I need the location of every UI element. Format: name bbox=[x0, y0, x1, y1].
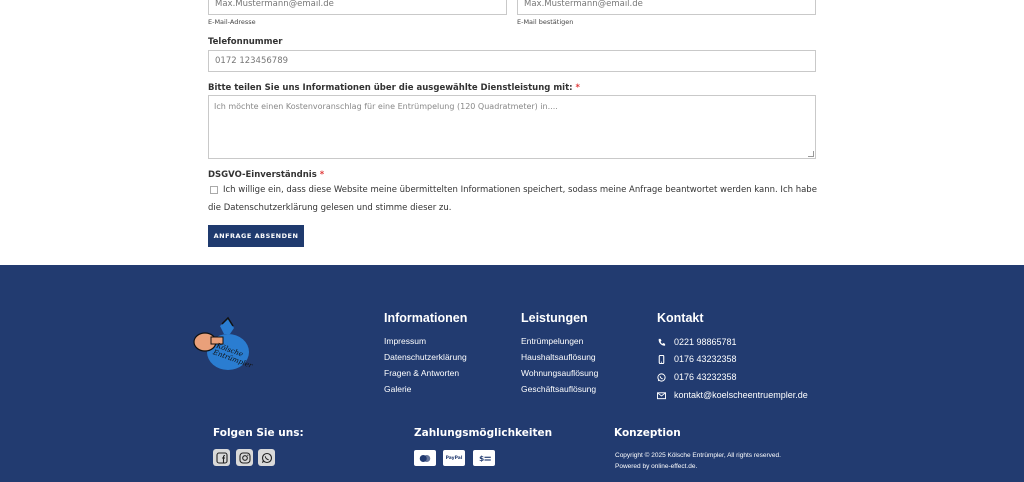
svg-text:$: $ bbox=[479, 454, 484, 463]
required-mark: * bbox=[319, 170, 325, 180]
facebook-icon bbox=[215, 451, 228, 464]
follow-heading: Folgen Sie uns: bbox=[213, 427, 304, 439]
message-textarea[interactable]: Ich möchte einen Kostenvoranschlag für e… bbox=[208, 95, 816, 159]
contact-whatsapp-text: 0176 43232358 bbox=[674, 372, 737, 382]
link-impressum[interactable]: Impressum bbox=[384, 336, 426, 346]
submit-button[interactable]: ANFRAGE ABSENDEN bbox=[208, 225, 304, 247]
contact-phone[interactable]: 0221 98865781 bbox=[657, 337, 737, 347]
message-placeholder: Ich möchte einen Kostenvoranschlag für e… bbox=[214, 102, 558, 111]
mobile-icon bbox=[658, 354, 665, 364]
link-datenschutz[interactable]: Datenschutzerklärung bbox=[384, 352, 467, 362]
cash-icon: $ bbox=[479, 454, 491, 463]
gdpr-label-text: DSGVO-Einverständnis bbox=[208, 170, 317, 180]
contact-heading: Kontakt bbox=[657, 311, 704, 325]
cash-badge: $ bbox=[473, 450, 495, 466]
paypal-icon: PayPal bbox=[445, 455, 463, 461]
company-logo[interactable]: Kölsche Entrümpler bbox=[192, 314, 254, 372]
copyright-period: . bbox=[695, 463, 698, 470]
link-haushaltsaufloesung[interactable]: Haushaltsauflösung bbox=[521, 352, 596, 362]
required-mark: * bbox=[575, 83, 580, 93]
payment-heading: Zahlungsmöglichkeiten bbox=[414, 427, 553, 439]
contact-form: Max.Mustermann@email.de E-Mail-Adresse M… bbox=[0, 0, 1024, 265]
phone-icon bbox=[658, 338, 666, 346]
phone-field[interactable]: 0172 123456789 bbox=[208, 50, 816, 72]
powered-by-link[interactable]: online-effect.de bbox=[651, 463, 695, 470]
services-heading: Leistungen bbox=[521, 311, 588, 325]
contact-phone-text: 0221 98865781 bbox=[674, 337, 737, 347]
link-geschaeftsaufloesung[interactable]: Geschäftsauflösung bbox=[521, 384, 596, 394]
resize-grip-icon[interactable] bbox=[808, 151, 814, 157]
footer bbox=[0, 265, 1024, 482]
info-heading: Informationen bbox=[384, 311, 468, 325]
copyright-text: Copyright © 2025 Kölsche Entrümpler, All… bbox=[615, 450, 790, 472]
paypal-badge: PayPal bbox=[443, 450, 465, 466]
phone-label: Telefonnummer bbox=[208, 37, 283, 47]
email-sublabel: E-Mail-Adresse bbox=[208, 18, 256, 26]
contact-whatsapp[interactable]: 0176 43232358 bbox=[657, 372, 737, 382]
gdpr-label: DSGVO-Einverständnis * bbox=[208, 170, 324, 180]
mastercard-icon bbox=[419, 454, 431, 462]
contact-email[interactable]: kontakt@koelscheentruempler.de bbox=[657, 390, 808, 400]
mail-icon bbox=[657, 391, 666, 399]
link-faq[interactable]: Fragen & Antworten bbox=[384, 368, 459, 378]
contact-mobile-text: 0176 43232358 bbox=[674, 354, 737, 364]
instagram-icon bbox=[238, 451, 251, 464]
contact-email-text: kontakt@koelscheentruempler.de bbox=[674, 390, 808, 400]
gdpr-consent-text: Ich willige ein, dass diese Website mein… bbox=[208, 185, 817, 213]
mastercard-badge bbox=[414, 450, 436, 466]
facebook-link[interactable] bbox=[213, 449, 230, 466]
whatsapp-link[interactable] bbox=[258, 449, 275, 466]
logo-icon: Kölsche Entrümpler bbox=[193, 316, 254, 370]
message-label: Bitte teilen Sie uns Informationen über … bbox=[208, 83, 580, 93]
email-confirm-field[interactable]: Max.Mustermann@email.de bbox=[517, 0, 816, 15]
link-galerie[interactable]: Galerie bbox=[384, 384, 411, 394]
copyright-main: Copyright © 2025 Kölsche Entrümpler, All… bbox=[615, 452, 781, 470]
concept-heading: Konzeption bbox=[614, 427, 681, 439]
link-entruempelungen[interactable]: Entrümpelungen bbox=[521, 336, 583, 346]
whatsapp-social-icon bbox=[261, 452, 272, 463]
instagram-link[interactable] bbox=[236, 449, 253, 466]
message-label-text: Bitte teilen Sie uns Informationen über … bbox=[208, 83, 573, 93]
email-confirm-sublabel: E-Mail bestätigen bbox=[517, 18, 574, 26]
whatsapp-icon bbox=[657, 372, 666, 382]
email-field[interactable]: Max.Mustermann@email.de bbox=[208, 0, 507, 15]
contact-mobile[interactable]: 0176 43232358 bbox=[657, 354, 737, 364]
link-wohnungsaufloesung[interactable]: Wohnungsauflösung bbox=[521, 368, 598, 378]
